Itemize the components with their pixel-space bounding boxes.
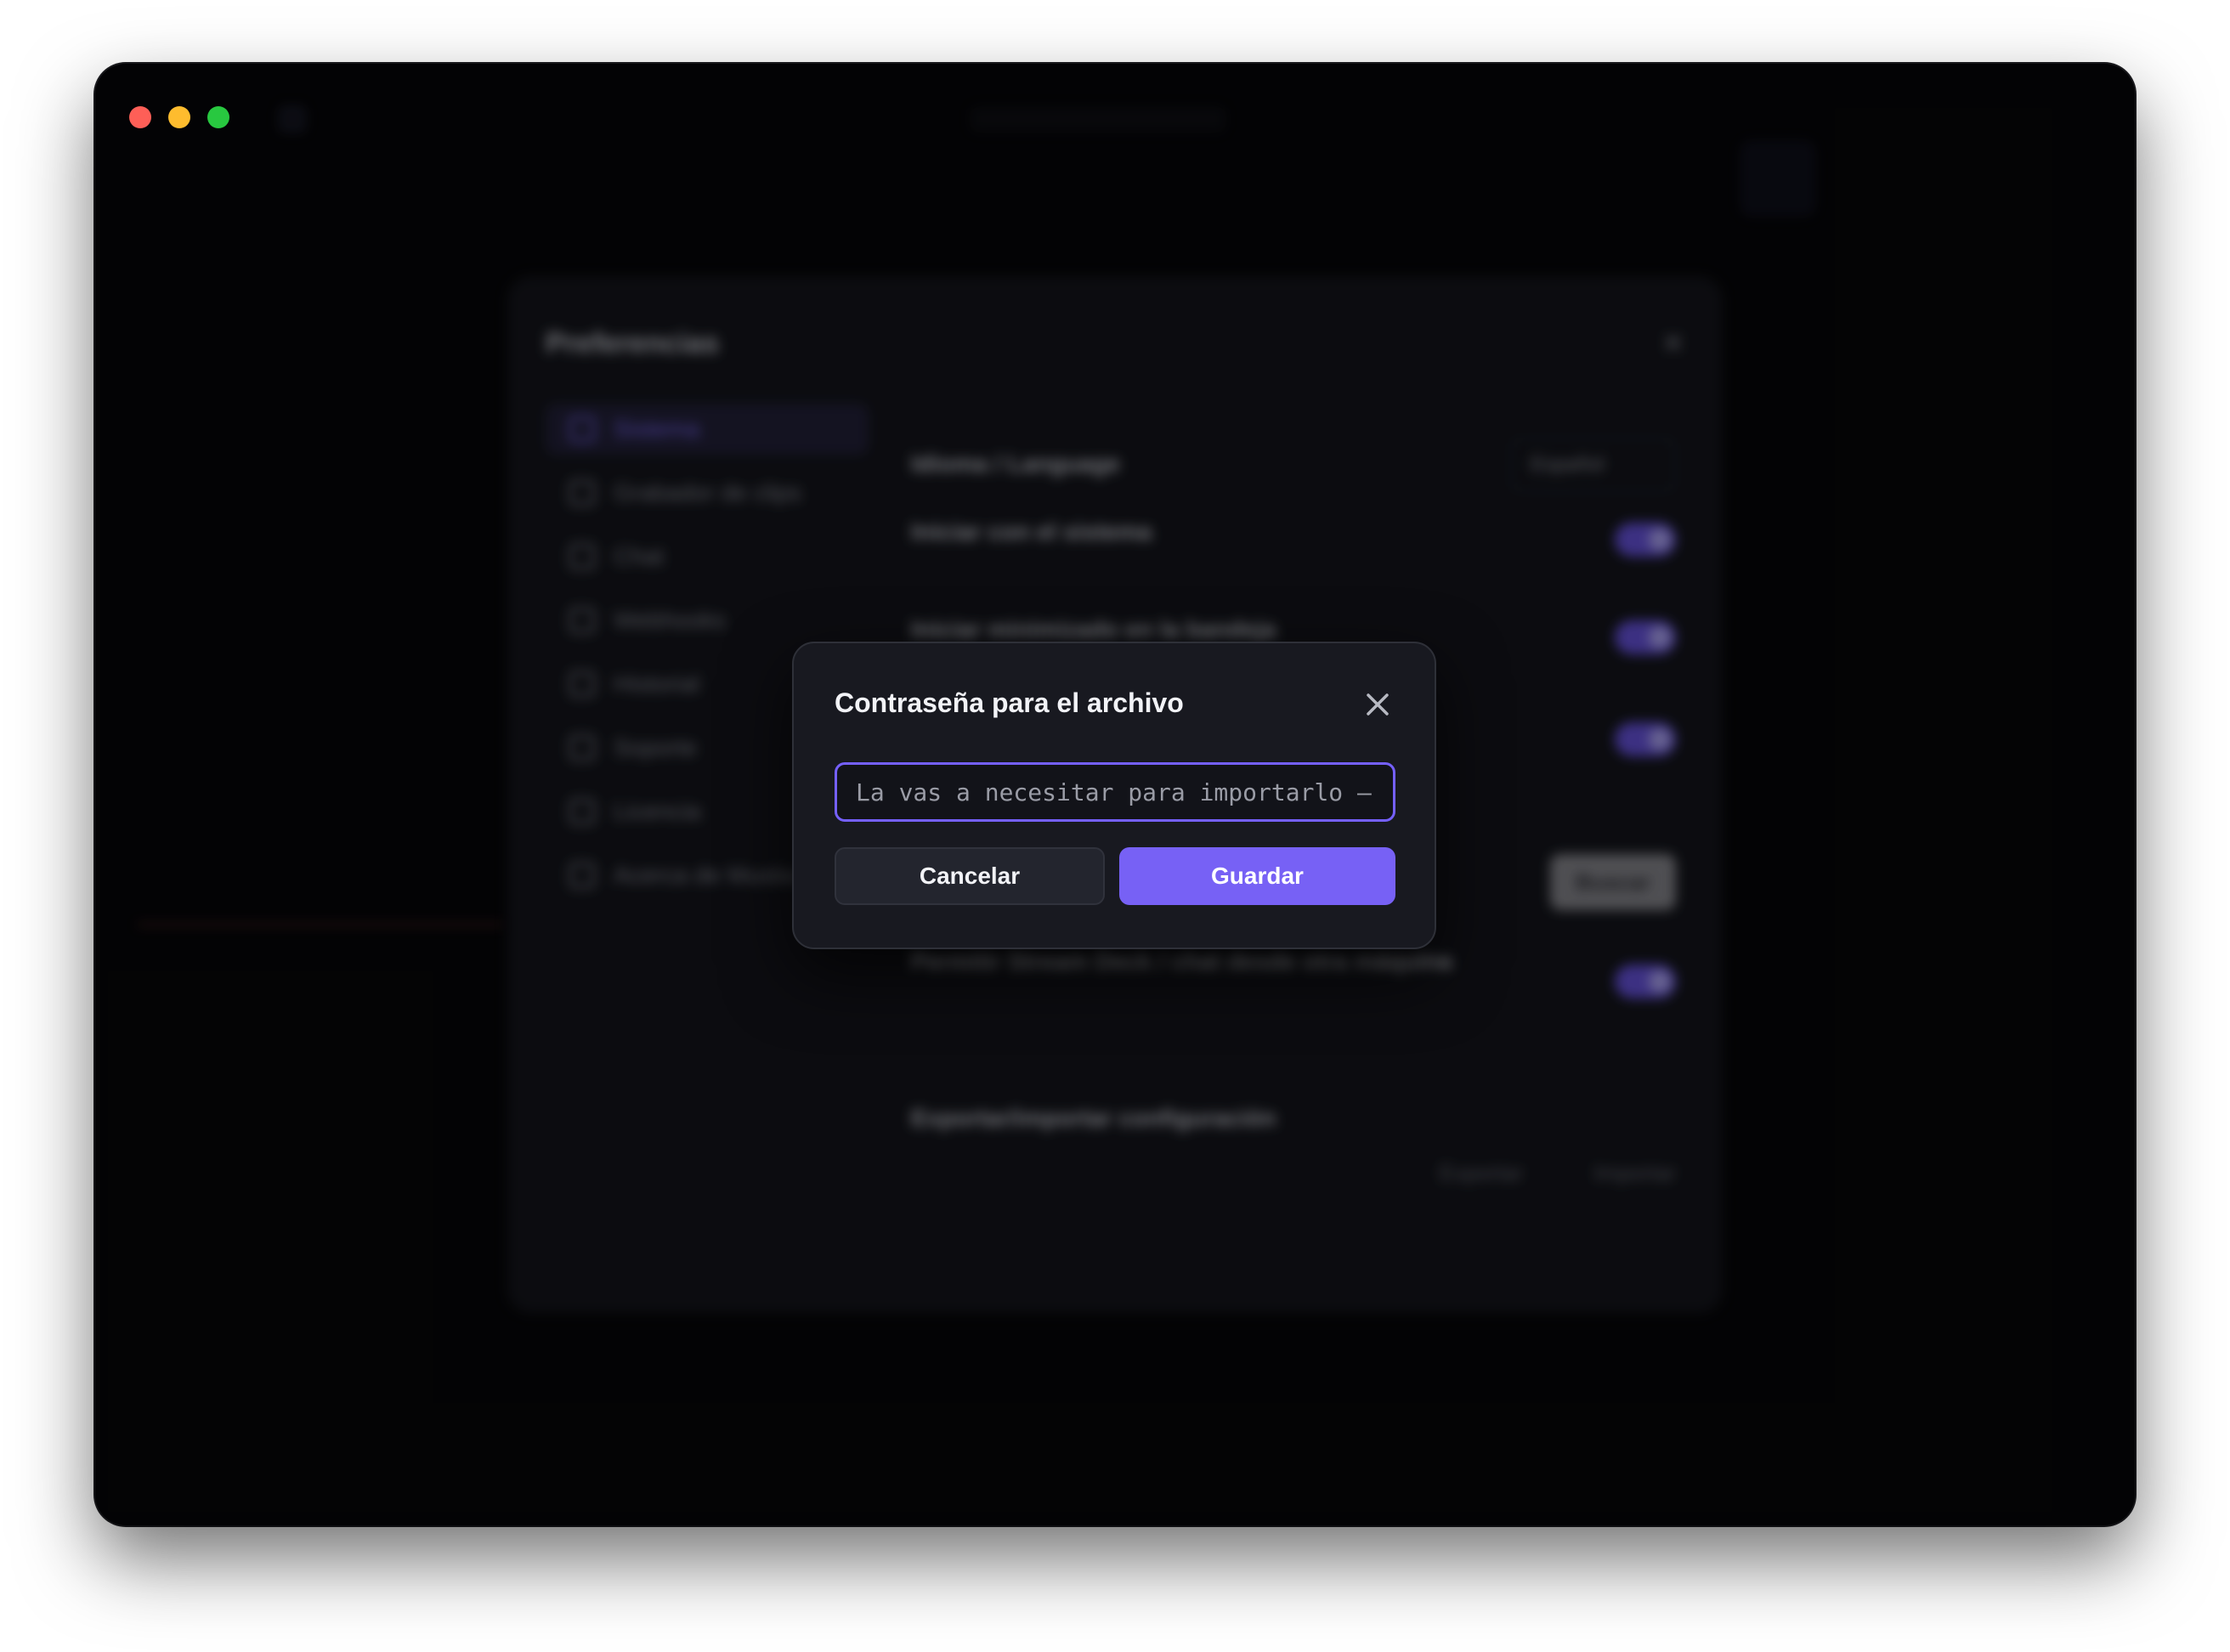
window-controls — [129, 106, 229, 128]
cancel-button[interactable]: Cancelar — [835, 847, 1105, 905]
close-icon[interactable] — [1363, 690, 1392, 719]
password-input[interactable] — [835, 762, 1395, 822]
dialog-title: Contraseña para el archivo — [835, 687, 1184, 718]
close-window-button[interactable] — [129, 106, 151, 128]
minimize-window-button[interactable] — [168, 106, 190, 128]
app-window: Preferencias ✕ Sistema Grabador de clips… — [95, 64, 2135, 1525]
save-button[interactable]: Guardar — [1119, 847, 1395, 905]
maximize-window-button[interactable] — [207, 106, 229, 128]
password-dialog: Contraseña para el archivo Cancelar Guar… — [792, 642, 1436, 949]
